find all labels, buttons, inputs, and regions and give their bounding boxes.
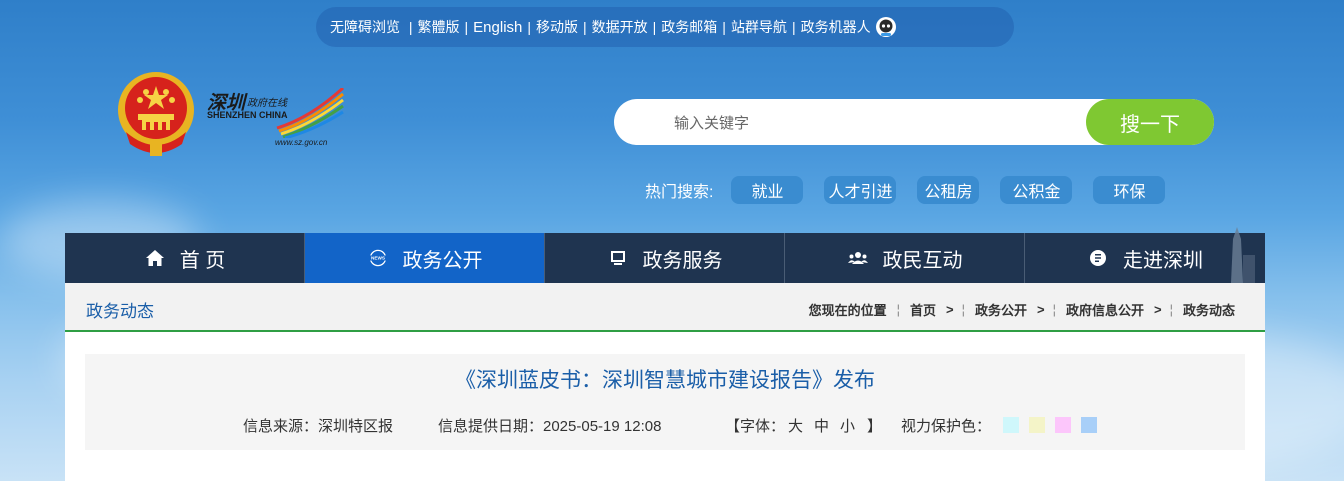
breadcrumb-gov-info[interactable]: 政府信息公开 [1066, 300, 1144, 319]
breadcrumb-gov-open[interactable]: 政务公开 [975, 300, 1027, 319]
nav-gov-affairs-open[interactable]: NEWS 政务公开 [305, 233, 545, 283]
breadcrumb-arrow: > [1154, 302, 1162, 317]
nav-gov-services[interactable]: 政务服务 [545, 233, 785, 283]
mobile-link[interactable]: 移动版 [536, 17, 578, 37]
font-size-label: 【字体： [725, 418, 786, 435]
news-icon: NEWS [368, 249, 387, 267]
article-title: 《深圳蓝皮书：深圳智慧城市建设报告》发布 [455, 369, 875, 392]
rainbow-wing-icon [276, 88, 345, 138]
hot-tag-talent[interactable]: 人才引进 [824, 176, 897, 204]
home-icon [145, 250, 164, 266]
hot-search-label: 热门搜索: [645, 184, 714, 201]
open-data-link[interactable]: 数据开放 [592, 17, 648, 37]
search-button[interactable]: 搜一下 [1086, 99, 1214, 145]
gov-mail-link[interactable]: 政务邮箱 [661, 17, 717, 37]
gov-robot-link[interactable]: 政务机器人 [801, 17, 871, 37]
users-icon [847, 252, 868, 264]
separator: | [464, 19, 469, 35]
separator: | [722, 19, 726, 35]
font-size-small[interactable]: 小 [840, 415, 855, 436]
traditional-chinese-link[interactable]: 繁體版 [418, 17, 460, 37]
eye-protection-label: 视力保护色： [901, 418, 992, 435]
breadcrumb-bar: 政务动态 您现在的位置 ¦ 首页 > ¦ 政务公开 > ¦ 政府信息公开 > ¦ 政务… [65, 283, 1265, 332]
breadcrumb-home[interactable]: 首页 [910, 300, 936, 319]
hot-tag-jobs[interactable]: 就业 [731, 176, 804, 204]
top-utility-bar: 无障碍浏览 | 繁體版 | English | 移动版 | 数据开放 | 政务邮… [316, 7, 1014, 47]
separator: ¦ [961, 302, 965, 317]
font-size-close: 】 [867, 418, 883, 435]
eye-color-blue[interactable] [1081, 417, 1097, 433]
article-date: 信息提供日期：2025-05-19 12:08 [438, 418, 662, 435]
site-nav-link[interactable]: 站群导航 [731, 17, 787, 37]
hot-searches: 热门搜索: 就业 人才引进 公租房 公积金 环保 [645, 175, 1166, 205]
section-title: 政务动态 [86, 302, 154, 321]
svg-text:NEWS: NEWS [371, 256, 385, 261]
breadcrumb-arrow: > [946, 302, 954, 317]
hot-tag-environment[interactable]: 环保 [1093, 176, 1166, 204]
logo-url: www.sz.gov.cn [275, 138, 328, 147]
nav-home-label: 首 页 [179, 249, 226, 272]
article-source: 信息来源：深圳特区报 [243, 418, 394, 435]
accessibility-link[interactable]: 无障碍浏览 [330, 17, 400, 37]
national-emblem-logo[interactable] [116, 70, 196, 158]
nav-gov-affairs-open-label: 政务公开 [402, 249, 483, 272]
separator: | [405, 19, 413, 35]
shenzhen-gov-logo[interactable]: 深圳 政府在线 SHENZHEN CHINA www.sz.gov.cn [205, 88, 345, 148]
separator: | [583, 19, 587, 35]
content-panel: 政务动态 您现在的位置 ¦ 首页 > ¦ 政务公开 > ¦ 政府信息公开 > ¦ 政务… [65, 283, 1265, 481]
nav-gov-services-label: 政务服务 [642, 249, 723, 272]
breadcrumb-prefix: 您现在的位置 [808, 303, 887, 318]
nav-interaction-label: 政民互动 [882, 249, 963, 272]
nav-interaction[interactable]: 政民互动 [785, 233, 1025, 283]
info-icon [1090, 250, 1106, 266]
breadcrumb-arrow: > [1037, 302, 1045, 317]
eye-color-pink[interactable] [1055, 417, 1071, 433]
monitor-icon [610, 251, 625, 265]
hot-tag-public-housing[interactable]: 公租房 [917, 176, 980, 204]
tower-decoration-icon [1231, 227, 1255, 283]
nav-home[interactable]: 首 页 [65, 233, 305, 283]
main-nav: 首 页 NEWS 政务公开 政务服务 政民互动 走进深圳 [65, 227, 1265, 283]
eye-color-yellow[interactable] [1029, 417, 1045, 433]
search-box: 搜一下 [614, 99, 1214, 147]
font-size-medium[interactable]: 中 [814, 415, 829, 436]
breadcrumb: 您现在的位置 ¦ 首页 > ¦ 政务公开 > ¦ 政府信息公开 > ¦ 政务动态 [809, 300, 1235, 319]
eye-color-cyan[interactable] [1003, 417, 1019, 433]
breadcrumb-gov-news[interactable]: 政务动态 [1183, 300, 1235, 319]
hot-tag-housing-fund[interactable]: 公积金 [1000, 176, 1073, 204]
separator: ¦ [1169, 302, 1173, 317]
search-input[interactable] [644, 99, 1116, 147]
separator: ¦ [896, 302, 900, 317]
nav-about-shenzhen[interactable]: 走进深圳 [1025, 227, 1265, 283]
separator: | [791, 19, 796, 35]
separator: | [652, 19, 657, 35]
separator: ¦ [1052, 302, 1056, 317]
article-header: 《深圳蓝皮书：深圳智慧城市建设报告》发布 信息来源：深圳特区报 信息提供日期：2… [85, 354, 1245, 450]
separator: | [527, 19, 532, 35]
english-link[interactable]: English [473, 19, 522, 36]
robot-icon[interactable] [875, 16, 897, 38]
font-size-large[interactable]: 大 [788, 415, 803, 436]
nav-about-shenzhen-label: 走进深圳 [1123, 249, 1203, 272]
